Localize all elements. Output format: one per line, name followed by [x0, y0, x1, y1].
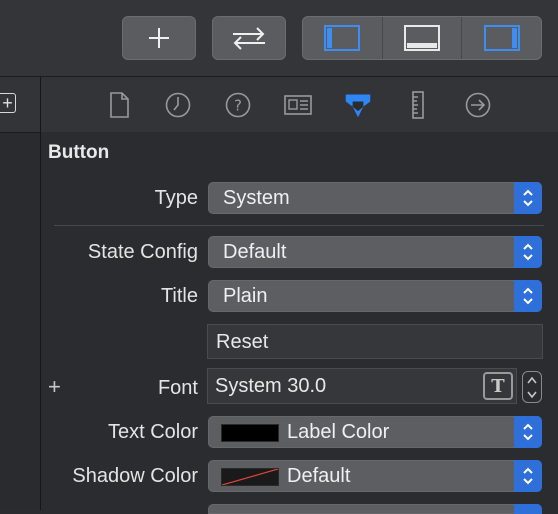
shadow-color-swatch — [221, 468, 279, 486]
popup-chevrons-icon — [514, 416, 542, 448]
swap-button[interactable] — [212, 16, 286, 60]
text-color-swatch — [221, 424, 279, 442]
popup-chevrons-icon — [514, 280, 542, 312]
font-picker-t-icon[interactable]: T — [483, 372, 513, 400]
clock-icon — [165, 92, 191, 118]
font-value: System 30.0 — [215, 375, 327, 397]
chevron-down-icon — [527, 391, 537, 398]
ruler-icon — [412, 91, 424, 119]
popup-chevrons-icon — [514, 236, 542, 268]
plus-icon — [149, 28, 169, 48]
file-icon — [110, 92, 129, 118]
history-inspector-tab[interactable] — [164, 91, 192, 119]
file-inspector-tab[interactable] — [105, 91, 133, 119]
attributes-icon — [345, 94, 371, 118]
state-config-label: State Config — [87, 241, 198, 263]
section-divider — [54, 225, 544, 226]
shadow-color-value: Default — [287, 465, 351, 487]
window-toolbar — [0, 0, 558, 77]
text-color-label: Text Color — [107, 421, 198, 443]
popup-chevrons-icon — [514, 460, 542, 492]
svg-text:?: ? — [234, 97, 242, 115]
type-popup[interactable]: System — [208, 182, 542, 214]
toggle-navigator[interactable] — [303, 17, 382, 59]
connections-inspector-tab[interactable] — [464, 91, 492, 119]
help-inspector-tab[interactable]: ? — [224, 91, 252, 119]
id-card-icon — [284, 95, 312, 115]
left-panel-icon — [324, 25, 361, 51]
navigator-header: + — [0, 77, 40, 133]
identity-inspector-tab[interactable] — [284, 91, 312, 119]
add-variation-button[interactable]: + — [48, 374, 61, 400]
popup-chevrons-icon — [514, 182, 542, 214]
type-label: Type — [154, 187, 198, 209]
swap-arrows-icon — [233, 27, 265, 50]
toggle-inspector[interactable] — [461, 17, 541, 59]
popup-chevrons-icon — [514, 504, 542, 514]
add-file-icon[interactable]: + — [0, 93, 16, 113]
toggle-debug-area[interactable] — [381, 17, 462, 59]
add-button[interactable] — [122, 16, 196, 60]
state-config-value: Default — [223, 241, 287, 263]
title-text-value: Reset — [216, 331, 269, 353]
title-text-field[interactable]: Reset — [207, 324, 543, 359]
shadow-color-popup[interactable]: Default — [208, 460, 542, 492]
chevron-up-icon — [527, 376, 537, 383]
arrow-circle-icon — [465, 92, 491, 118]
bottom-panel-icon — [404, 25, 440, 51]
title-value: Plain — [223, 285, 268, 307]
title-label: Title — [160, 285, 198, 307]
font-size-stepper[interactable] — [522, 371, 542, 403]
panel-toggle-group — [302, 16, 542, 60]
inspector-tab-bar: ? — [41, 77, 558, 132]
next-popup-partial[interactable] — [208, 504, 542, 514]
question-icon: ? — [225, 92, 251, 118]
font-label: Font — [157, 377, 198, 399]
title-popup[interactable]: Plain — [208, 280, 542, 312]
navigator-edge: + — [0, 77, 41, 510]
attributes-inspector-tab[interactable] — [344, 91, 372, 119]
type-value: System — [223, 187, 290, 209]
shadow-color-label: Shadow Color — [72, 465, 198, 487]
size-inspector-tab[interactable] — [404, 91, 432, 119]
text-color-popup[interactable]: Label Color — [208, 416, 542, 448]
state-config-popup[interactable]: Default — [208, 236, 542, 268]
section-title: Button — [48, 142, 110, 163]
text-color-value: Label Color — [287, 421, 390, 443]
font-field[interactable]: System 30.0 T — [207, 368, 517, 404]
right-panel-icon — [483, 25, 520, 51]
